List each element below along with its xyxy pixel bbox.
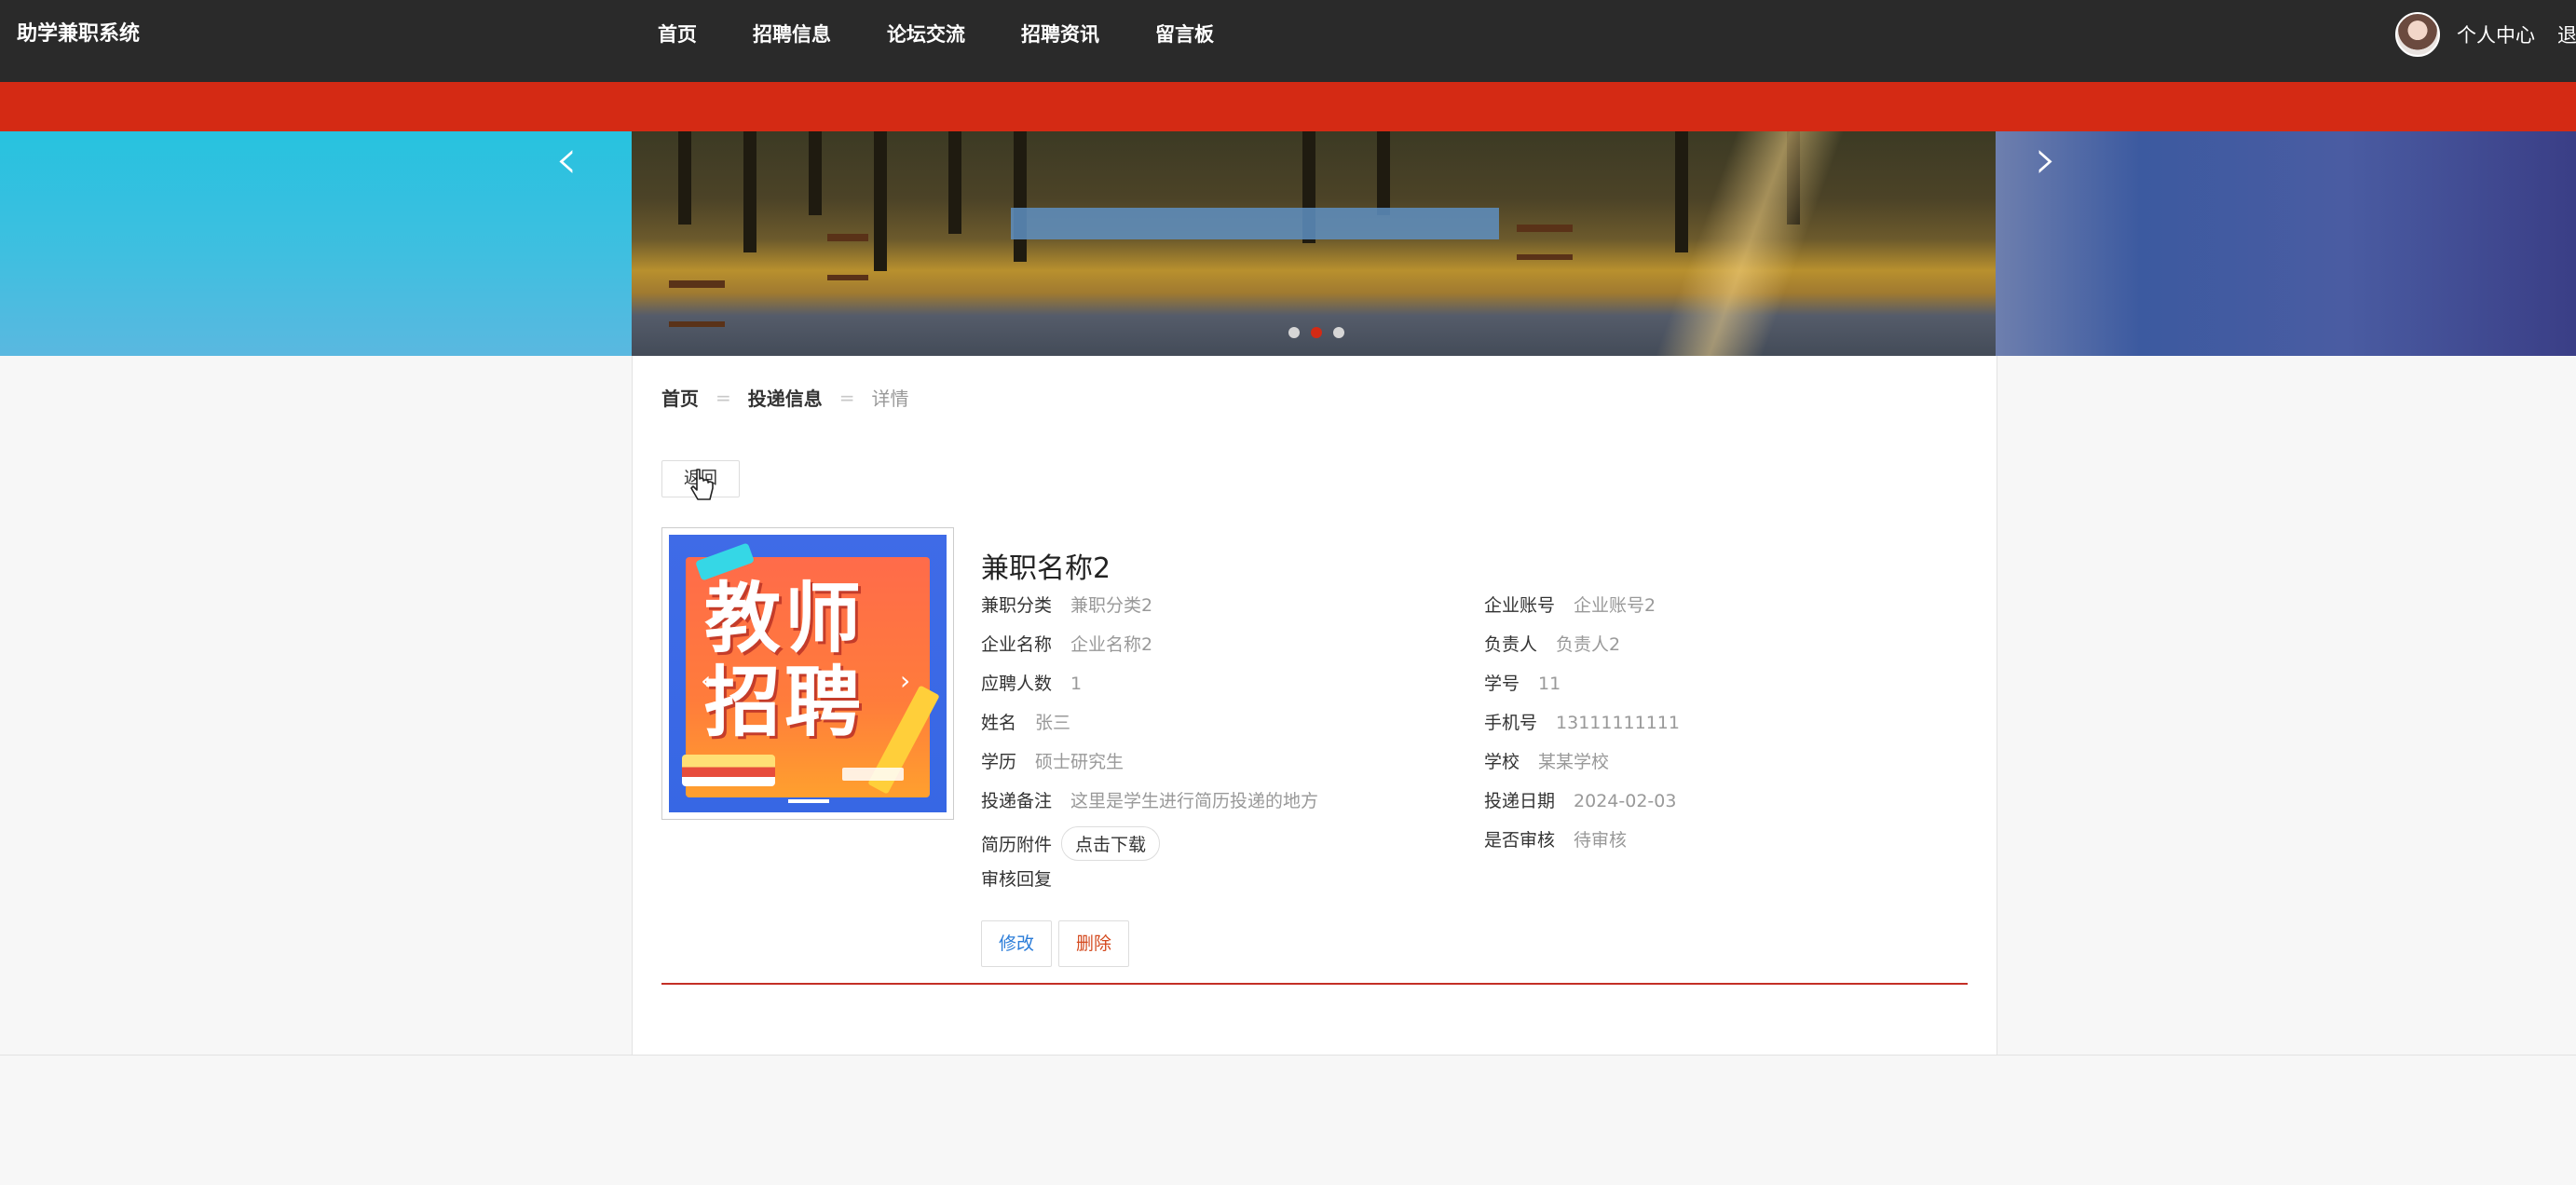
detail-container: 首页 = 投递信息 = 详情 返回 教师招聘 ‹ › 兼职名称2 兼职分类兼职分… xyxy=(632,356,1997,1055)
avatar[interactable] xyxy=(2395,12,2440,57)
carousel-dot[interactable] xyxy=(1333,327,1344,338)
field-remark: 投递备注 这里是学生进行简历投递的地方 xyxy=(981,791,1319,811)
breadcrumb: 首页 = 投递信息 = 详情 xyxy=(661,384,909,411)
field-phone: 手机号 13111111111 xyxy=(1484,713,1680,733)
field-student-id: 学号 11 xyxy=(1484,674,1561,694)
breadcrumb-section[interactable]: 投递信息 xyxy=(748,384,823,411)
main-nav: 首页 招聘信息 论坛交流 招聘资讯 留言板 xyxy=(658,0,1270,69)
job-title: 兼职名称2 xyxy=(981,552,1111,585)
carousel-next-arrow-icon[interactable]: › xyxy=(2035,131,2057,187)
banner-prev-slide xyxy=(0,131,632,356)
banner-image xyxy=(632,131,1996,356)
poster-text: 教师招聘 xyxy=(704,575,865,747)
carousel-prev-arrow-icon[interactable]: ‹ xyxy=(555,131,578,187)
poster-next-icon: › xyxy=(900,665,911,696)
job-poster-image: 教师招聘 ‹ › xyxy=(669,535,947,812)
breadcrumb-separator: = xyxy=(716,386,731,409)
field-company-account: 企业账号 企业账号2 xyxy=(1484,595,1656,616)
field-review-reply: 审核回复 xyxy=(981,869,1053,890)
field-contact-person: 负责人 负责人2 xyxy=(1484,634,1621,655)
edit-button[interactable]: 修改 xyxy=(981,920,1052,967)
field-review-status: 是否审核 待审核 xyxy=(1484,830,1628,851)
carousel-dot-active[interactable] xyxy=(1311,327,1322,338)
field-company-name: 企业名称 企业名称2 xyxy=(981,634,1153,655)
field-submit-date: 投递日期 2024-02-03 xyxy=(1484,791,1677,811)
field-education: 学历 硕士研究生 xyxy=(981,752,1124,772)
field-school: 学校 某某学校 xyxy=(1484,752,1610,772)
nav-home[interactable]: 首页 xyxy=(658,0,697,69)
user-area: 个人中心 退出 xyxy=(2395,0,2576,69)
delete-button[interactable]: 删除 xyxy=(1058,920,1129,967)
field-applicant-count: 应聘人数 1 xyxy=(981,674,1083,694)
field-category: 兼职分类 兼职分类2 xyxy=(981,595,1153,616)
breadcrumb-current: 详情 xyxy=(871,388,909,410)
nav-news[interactable]: 招聘资讯 xyxy=(1021,0,1099,69)
mouse-pointer-icon xyxy=(690,469,714,500)
brand-title: 助学兼职系统 xyxy=(17,22,141,46)
banner-next-slide xyxy=(1996,131,2576,356)
section-divider xyxy=(661,983,1968,985)
field-resume-attachment: 简历附件 点击下载 xyxy=(981,826,1161,861)
nav-job-info[interactable]: 招聘信息 xyxy=(753,0,831,69)
logout-link[interactable]: 退出 xyxy=(2557,20,2576,48)
top-navbar: 助学兼职系统 首页 招聘信息 论坛交流 招聘资讯 留言板 个人中心 退出 xyxy=(0,0,2576,82)
banner-carousel: ‹ › xyxy=(0,131,2576,356)
carousel-indicators xyxy=(1288,327,1344,338)
carousel-dot[interactable] xyxy=(1288,327,1300,338)
job-thumbnail: 教师招聘 ‹ › xyxy=(661,527,954,820)
red-accent-bar xyxy=(0,82,2576,131)
nav-message-board[interactable]: 留言板 xyxy=(1155,0,1214,69)
user-center-link[interactable]: 个人中心 xyxy=(2457,20,2535,48)
breadcrumb-home[interactable]: 首页 xyxy=(661,384,699,411)
download-button[interactable]: 点击下载 xyxy=(1061,826,1161,861)
breadcrumb-separator: = xyxy=(838,386,855,409)
nav-forum[interactable]: 论坛交流 xyxy=(887,0,965,69)
field-name: 姓名 张三 xyxy=(981,713,1071,733)
footer-divider xyxy=(0,1055,2576,1056)
poster-prev-icon: ‹ xyxy=(701,665,712,696)
